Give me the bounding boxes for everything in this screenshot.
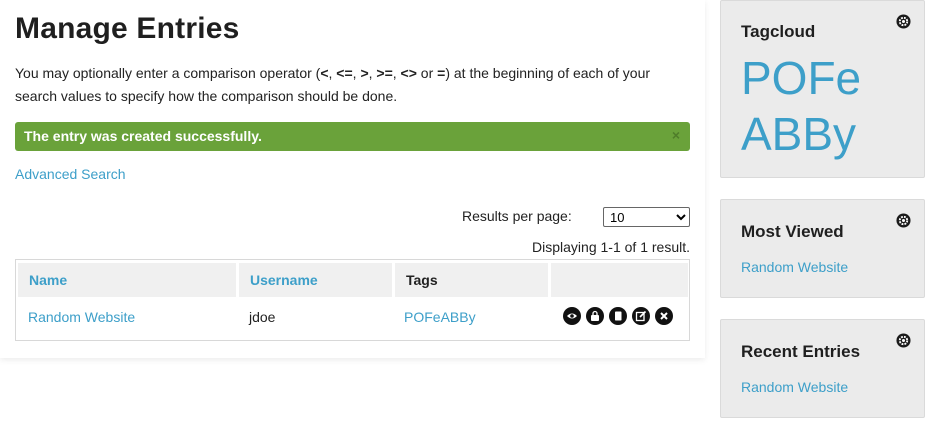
tag-link[interactable]: POFe: [741, 53, 861, 103]
recent-entries-title: Recent Entries: [741, 342, 861, 361]
results-per-page-label: Results per page:: [462, 208, 572, 224]
most-viewed-title: Most Viewed: [741, 222, 844, 241]
tagcloud-widget: Tagcloud POFe ABBy: [720, 0, 925, 178]
entries-table: Name Username Tags Random Website jdoe P…: [15, 259, 690, 341]
results-per-page-select[interactable]: 10: [603, 207, 690, 227]
password-icon[interactable]: [586, 307, 604, 325]
entry-username: jdoe: [249, 309, 276, 325]
recent-entry-item[interactable]: Random Website: [741, 379, 848, 395]
entry-tag-link[interactable]: POFeABBy: [404, 309, 476, 325]
recent-entries-widget: Recent Entries Random Website: [720, 319, 925, 418]
column-header-actions: [551, 263, 688, 297]
page-title: Manage Entries: [15, 12, 240, 45]
copy-icon[interactable]: [609, 307, 627, 325]
delete-icon[interactable]: [655, 307, 673, 325]
column-header-username[interactable]: Username: [239, 263, 392, 297]
results-summary: Displaying 1-1 of 1 result.: [532, 239, 690, 255]
row-actions: [563, 307, 673, 325]
main-content: Manage Entries You may optionally enter …: [0, 0, 705, 358]
gear-icon[interactable]: [896, 14, 911, 29]
gear-icon[interactable]: [896, 333, 911, 348]
advanced-search-link[interactable]: Advanced Search: [15, 166, 126, 182]
most-viewed-item[interactable]: Random Website: [741, 259, 848, 275]
column-header-name[interactable]: Name: [18, 263, 236, 297]
alert-message: The entry was created successfully.: [24, 128, 262, 144]
intro-text: You may optionally enter a comparison op…: [15, 65, 651, 104]
entry-name-link[interactable]: Random Website: [28, 309, 135, 325]
edit-icon[interactable]: [632, 307, 650, 325]
open-url-icon[interactable]: [563, 307, 581, 325]
success-alert: The entry was created successfully. ×: [15, 122, 690, 151]
most-viewed-widget: Most Viewed Random Website: [720, 199, 925, 298]
gear-icon[interactable]: [896, 213, 911, 228]
column-header-tags: Tags: [395, 263, 548, 297]
tag-link[interactable]: ABBy: [741, 109, 856, 159]
tagcloud-title: Tagcloud: [741, 22, 816, 41]
alert-close-button[interactable]: ×: [672, 127, 680, 143]
